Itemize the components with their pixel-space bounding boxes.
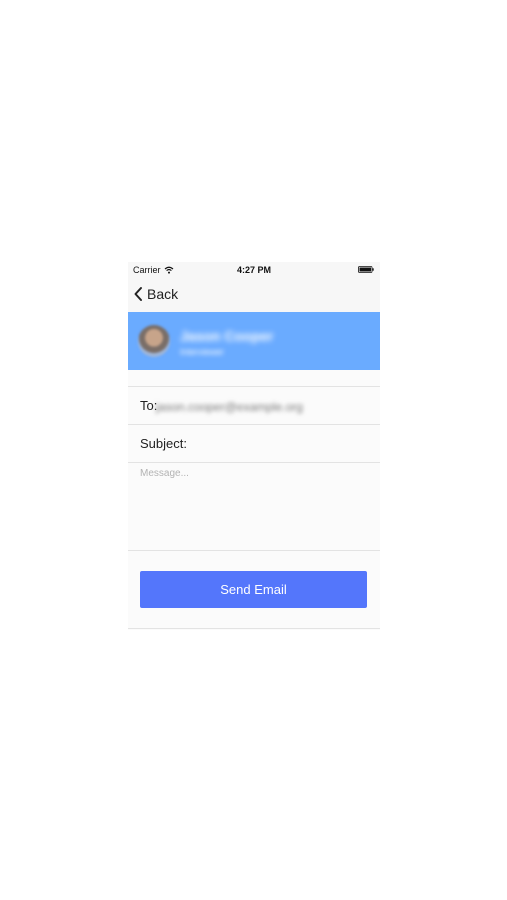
back-label: Back bbox=[147, 286, 179, 302]
email-screen: Carrier 4:27 PM Back Jason Cooper Interv… bbox=[128, 262, 380, 630]
divider bbox=[128, 386, 380, 387]
status-bar: Carrier 4:27 PM bbox=[128, 262, 380, 278]
divider bbox=[128, 628, 380, 629]
send-email-button[interactable]: Send Email bbox=[140, 571, 367, 608]
status-time: 4:27 PM bbox=[236, 265, 271, 275]
chevron-left-icon bbox=[134, 287, 142, 301]
message-field[interactable]: Message... bbox=[140, 468, 189, 479]
to-field[interactable]: To: jason.cooper@example.org bbox=[128, 398, 380, 420]
divider bbox=[128, 462, 380, 463]
profile-banner: Jason Cooper Interviewer bbox=[128, 312, 380, 370]
profile-subtitle: Interviewer bbox=[180, 347, 225, 357]
battery-icon bbox=[358, 266, 374, 273]
navigation-bar: Back bbox=[128, 278, 380, 313]
subject-label: Subject: bbox=[140, 436, 187, 451]
avatar bbox=[138, 325, 170, 357]
divider bbox=[128, 424, 380, 425]
to-value: jason.cooper@example.org bbox=[156, 400, 303, 414]
divider bbox=[128, 550, 380, 551]
send-email-label: Send Email bbox=[220, 582, 287, 597]
profile-name: Jason Cooper bbox=[180, 328, 274, 344]
back-button[interactable]: Back bbox=[133, 286, 178, 302]
to-label: To: bbox=[140, 398, 158, 413]
subject-field[interactable]: Subject: bbox=[128, 436, 380, 458]
